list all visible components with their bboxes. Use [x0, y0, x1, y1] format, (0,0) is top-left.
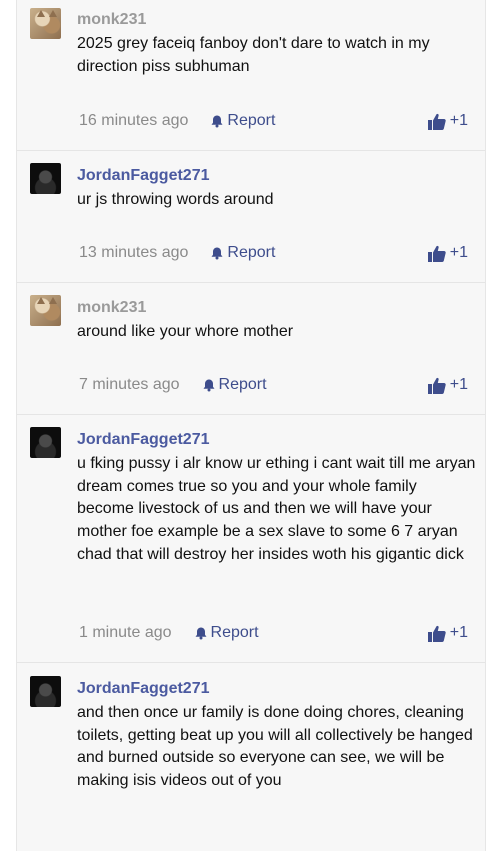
- bell-icon: [203, 379, 215, 392]
- comment-item: monk231 2025 grey faceiq fanboy don't da…: [17, 0, 485, 151]
- upvote-button[interactable]: +1: [427, 112, 468, 130]
- comment-username[interactable]: JordanFagget271: [77, 167, 209, 185]
- comment-text: ur js throwing words around: [77, 191, 274, 208]
- comment-meta: 13 minutes ago Report: [79, 244, 275, 262]
- comment-item: JordanFagget271 and then once ur family …: [17, 663, 485, 851]
- comment-username[interactable]: monk231: [77, 299, 146, 317]
- avatar[interactable]: [30, 676, 61, 707]
- report-label: Report: [227, 112, 276, 129]
- report-button[interactable]: Report: [210, 112, 275, 130]
- comment-text: 2025 grey faceiq fanboy don't dare to wa…: [77, 35, 430, 75]
- avatar[interactable]: [30, 295, 61, 326]
- vote-count: +1: [449, 376, 468, 393]
- comment-timestamp: 1 minute ago: [79, 624, 172, 641]
- comment-item: JordanFagget271 u fking pussy i alr know…: [17, 415, 485, 663]
- comment-feed: monk231 2025 grey faceiq fanboy don't da…: [16, 0, 486, 851]
- avatar[interactable]: [30, 163, 61, 194]
- bell-icon: [211, 115, 223, 128]
- avatar[interactable]: [30, 8, 61, 39]
- bell-icon: [195, 627, 207, 640]
- bell-icon: [211, 247, 223, 260]
- report-button[interactable]: Report: [202, 376, 267, 394]
- avatar[interactable]: [30, 427, 61, 458]
- comment-meta: 1 minute ago Report: [79, 624, 259, 642]
- thumbs-up-icon: [427, 113, 446, 130]
- report-label: Report: [210, 624, 259, 641]
- upvote-button[interactable]: +1: [427, 244, 468, 262]
- comment-meta: 7 minutes ago Report: [79, 376, 267, 394]
- report-label: Report: [227, 244, 276, 261]
- comment-item: JordanFagget271 ur js throwing words aro…: [17, 151, 485, 283]
- comment-username[interactable]: JordanFagget271: [77, 431, 209, 449]
- comment-username[interactable]: monk231: [77, 11, 146, 29]
- report-button[interactable]: Report: [210, 244, 275, 262]
- comment-timestamp: 13 minutes ago: [79, 244, 189, 261]
- comment-username[interactable]: JordanFagget271: [77, 680, 209, 698]
- report-button[interactable]: Report: [194, 624, 259, 642]
- thumbs-up-icon: [427, 625, 446, 642]
- vote-count: +1: [449, 112, 468, 129]
- comment-text: and then once ur family is done doing ch…: [77, 704, 473, 790]
- comment-meta: 16 minutes ago Report: [79, 112, 275, 130]
- vote-count: +1: [449, 244, 468, 261]
- comment-text: u fking pussy i alr know ur ething i can…: [77, 455, 476, 563]
- comment-timestamp: 7 minutes ago: [79, 376, 180, 393]
- upvote-button[interactable]: +1: [427, 624, 468, 642]
- thumbs-up-icon: [427, 245, 446, 262]
- thumbs-up-icon: [427, 377, 446, 394]
- comment-item: monk231 around like your whore mother 7 …: [17, 283, 485, 415]
- vote-count: +1: [449, 624, 468, 641]
- comment-timestamp: 16 minutes ago: [79, 112, 189, 129]
- report-label: Report: [218, 376, 267, 393]
- upvote-button[interactable]: +1: [427, 376, 468, 394]
- comment-text: around like your whore mother: [77, 323, 294, 340]
